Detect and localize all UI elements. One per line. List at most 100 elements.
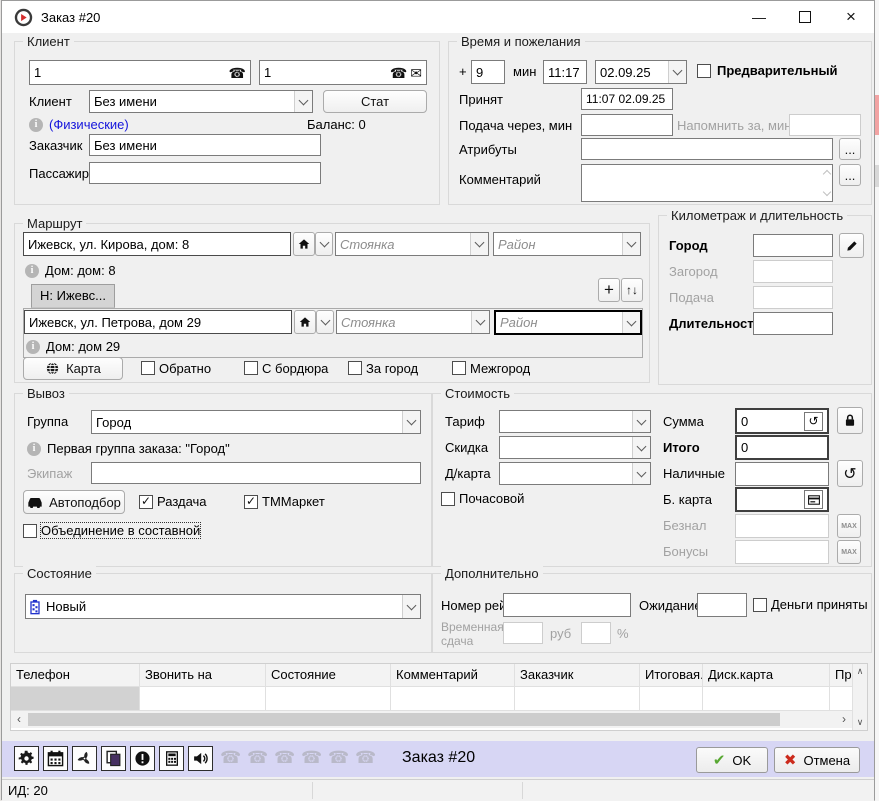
attributes-input[interactable]	[581, 138, 833, 160]
chevron-down-icon[interactable]	[471, 311, 489, 333]
tmmarket-checkbox[interactable]: ✓	[244, 495, 258, 509]
pickup-after-input[interactable]	[581, 114, 673, 136]
cash-input[interactable]	[735, 462, 829, 486]
table-cell[interactable]	[703, 687, 830, 711]
dispatch-fan-button[interactable]	[72, 746, 97, 771]
group-select[interactable]: Город	[91, 410, 421, 434]
column-header[interactable]: Пр	[830, 664, 852, 687]
column-header[interactable]: Заказчик	[515, 664, 640, 687]
sound-button[interactable]	[188, 746, 213, 771]
to-parking-select[interactable]: Стоянка	[336, 310, 490, 334]
scroll-left-icon[interactable]: ‹	[11, 711, 27, 728]
chevron-down-icon[interactable]	[668, 61, 686, 83]
to-home-button[interactable]	[294, 310, 316, 334]
alert-button[interactable]	[130, 746, 155, 771]
reset-cash-button[interactable]: ↺	[837, 460, 863, 487]
maximize-button[interactable]	[782, 1, 828, 33]
discount-select[interactable]	[499, 436, 651, 459]
add-stop-button[interactable]: +	[598, 278, 620, 302]
from-home-dropdown[interactable]	[315, 232, 333, 256]
autoselect-button[interactable]: Автоподбор	[23, 490, 125, 514]
sum-input[interactable]	[741, 414, 801, 429]
sum-field[interactable]: ↺	[735, 408, 829, 434]
dcard-select[interactable]	[499, 462, 651, 485]
distribution-checkbox[interactable]: ✓	[139, 495, 153, 509]
intercity-checkbox[interactable]	[452, 361, 466, 375]
flight-number-input[interactable]	[503, 593, 631, 617]
combine-checkbox[interactable]	[23, 524, 37, 538]
curb-checkbox[interactable]	[244, 361, 258, 375]
duration-input[interactable]	[753, 312, 833, 335]
to-address-input[interactable]	[24, 310, 292, 334]
calculator-button[interactable]	[159, 746, 184, 771]
from-address-input[interactable]	[23, 232, 291, 256]
scrollbar-thumb[interactable]	[28, 713, 780, 726]
reset-icon[interactable]: ↺	[804, 412, 823, 431]
settings-button[interactable]	[14, 746, 39, 771]
out-of-town-checkbox[interactable]	[348, 361, 362, 375]
chevron-down-icon[interactable]	[632, 411, 650, 432]
bcard-input[interactable]	[741, 492, 801, 507]
scroll-down-icon[interactable]: ∨	[857, 717, 864, 728]
table-cell[interactable]	[140, 687, 266, 711]
to-home-dropdown[interactable]	[316, 310, 334, 334]
table-cell[interactable]	[391, 687, 515, 711]
crew-input[interactable]	[91, 462, 421, 484]
comment-more-button[interactable]: ...	[839, 164, 861, 186]
comment-textarea[interactable]	[581, 164, 833, 202]
chevron-down-icon[interactable]	[632, 437, 650, 458]
phone-icon[interactable]: ☎	[229, 66, 246, 80]
chevron-down-icon[interactable]	[622, 233, 640, 255]
bcard-field[interactable]	[735, 487, 829, 512]
close-button[interactable]: ×	[828, 1, 874, 33]
table-cell-selected[interactable]	[11, 687, 140, 711]
offset-minutes-input[interactable]	[471, 60, 505, 84]
accepted-input[interactable]	[581, 88, 673, 110]
table-cell[interactable]	[640, 687, 703, 711]
column-header[interactable]: Диск.карта	[703, 664, 830, 687]
table-cell[interactable]	[266, 687, 391, 711]
table-cell[interactable]	[830, 687, 852, 711]
client-name-select[interactable]: Без имени	[89, 90, 313, 113]
to-district-select[interactable]: Район	[494, 310, 642, 335]
ok-button[interactable]: ✔ OK	[696, 747, 768, 773]
date-select[interactable]: 02.09.25	[595, 60, 687, 84]
minimize-button[interactable]: —	[736, 1, 782, 33]
column-header[interactable]: Итоговая...	[640, 664, 703, 687]
state-select[interactable]: Новый	[25, 594, 421, 619]
chevron-down-icon[interactable]	[294, 91, 312, 112]
table-cell[interactable]	[515, 687, 640, 711]
return-checkbox[interactable]	[141, 361, 155, 375]
column-header[interactable]: Состояние	[266, 664, 391, 687]
hourly-checkbox[interactable]	[441, 492, 455, 506]
scroll-up-icon[interactable]: ∧	[857, 666, 864, 677]
column-header[interactable]: Телефон	[11, 664, 140, 687]
column-header[interactable]: Звонить на	[140, 664, 266, 687]
phone-primary-input[interactable]	[34, 65, 226, 80]
city-km-input[interactable]	[753, 234, 833, 257]
phone-secondary-input[interactable]	[264, 65, 387, 80]
map-button[interactable]: Карта	[23, 357, 123, 380]
cancel-button[interactable]: ✖ Отмена	[774, 747, 860, 773]
attributes-more-button[interactable]: ...	[839, 138, 861, 160]
chevron-down-icon[interactable]	[402, 411, 420, 433]
phone-primary-field[interactable]: ☎	[29, 60, 251, 85]
from-home-button[interactable]	[293, 232, 315, 256]
from-parking-select[interactable]: Стоянка	[335, 232, 489, 256]
time-input[interactable]	[543, 60, 587, 84]
copy-button[interactable]	[101, 746, 126, 771]
vertical-scrollbar[interactable]: ∧ ∨	[852, 664, 867, 730]
tariff-select[interactable]	[499, 410, 651, 433]
stat-button[interactable]: Стат	[323, 90, 427, 113]
stop-tab[interactable]: Н: Ижевс...	[31, 284, 115, 308]
lock-sum-button[interactable]	[837, 407, 863, 434]
edit-km-button[interactable]	[839, 233, 864, 258]
scroll-right-icon[interactable]: ›	[836, 711, 852, 728]
from-district-select[interactable]: Район	[493, 232, 641, 256]
mail-icon[interactable]: ✉	[410, 66, 422, 80]
phone-secondary-field[interactable]: ☎ ✉	[259, 60, 427, 85]
chevron-down-icon[interactable]	[470, 233, 488, 255]
client-category-link[interactable]: (Физические)	[49, 117, 129, 132]
waiting-input[interactable]	[697, 593, 747, 617]
total-input[interactable]	[735, 435, 829, 460]
